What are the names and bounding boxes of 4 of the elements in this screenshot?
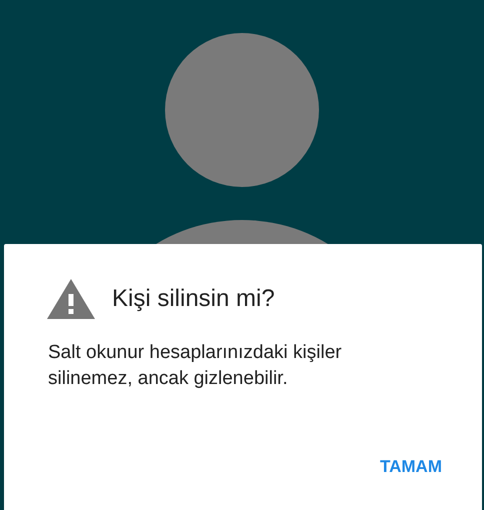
warning-icon (46, 278, 96, 320)
dialog-title: Kişi silinsin mi? (112, 284, 275, 314)
ok-button[interactable]: TAMAM (380, 450, 442, 484)
dialog-message: Salt okunur hesaplarınızdaki kişiler silinemez, ancak gizlenebilir. (47, 341, 343, 391)
